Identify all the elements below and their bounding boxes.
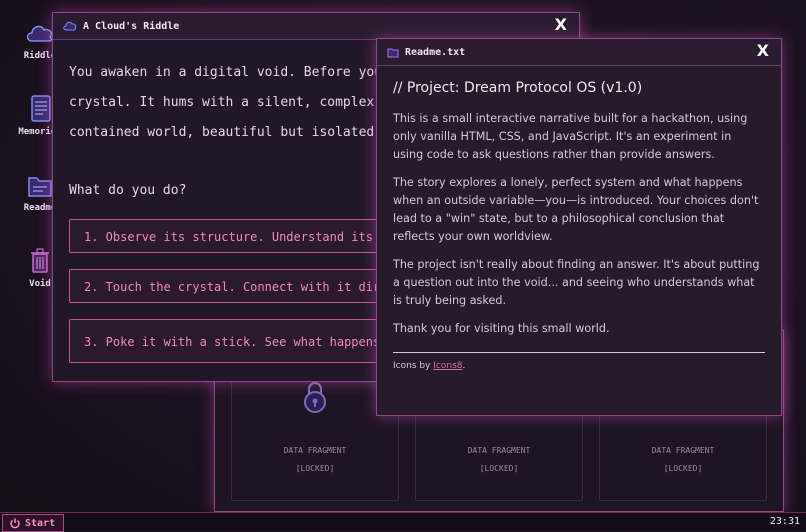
readme-heading: // Project: Dream Protocol OS (v1.0): [393, 80, 643, 96]
fragment-status: [LOCKED]: [295, 464, 335, 473]
readme-paragraph: The project isn't really about finding a…: [393, 258, 760, 307]
folder-icon: [387, 48, 399, 58]
close-button[interactable]: X: [757, 41, 769, 60]
data-fragment-card[interactable]: DATA FRAGMENT [LOCKED]: [231, 371, 399, 501]
icons8-link[interactable]: Icons8: [433, 361, 462, 371]
fragment-title: DATA FRAGMENT: [651, 446, 715, 455]
start-label: Start: [25, 517, 56, 529]
window-title: A Cloud's Riddle: [83, 20, 180, 32]
taskbar: Start 23:31: [0, 512, 806, 532]
start-button[interactable]: Start: [2, 514, 64, 532]
readme-content: // Project: Dream Protocol OS (v1.0) Thi…: [377, 66, 781, 371]
close-button[interactable]: X: [555, 15, 567, 34]
cloud-icon: [63, 21, 77, 31]
window-title: Readme.txt: [405, 46, 466, 58]
power-icon: [10, 518, 20, 529]
readme-paragraph: The story explores a lonely, perfect sys…: [393, 176, 759, 243]
readme-window: Readme.txt X // Project: Dream Protocol …: [376, 38, 782, 416]
riddle-titlebar[interactable]: A Cloud's Riddle X: [53, 13, 579, 40]
clock: 23:31: [769, 516, 800, 527]
icon-credit: Icons by Icons8.: [393, 361, 765, 371]
fragment-title: DATA FRAGMENT: [467, 446, 531, 455]
readme-titlebar[interactable]: Readme.txt X: [377, 39, 781, 66]
fragment-status: [LOCKED]: [479, 464, 519, 473]
fragment-title: DATA FRAGMENT: [283, 446, 347, 455]
credit-prefix: Icons by: [393, 361, 434, 371]
fragment-status: [LOCKED]: [663, 464, 703, 473]
readme-paragraph: This is a small interactive narrative bu…: [393, 112, 748, 161]
lock-icon: [304, 382, 326, 413]
readme-paragraph: Thank you for visiting this small world.: [393, 322, 610, 335]
credit-suffix: .: [462, 361, 466, 371]
divider: [393, 352, 765, 353]
